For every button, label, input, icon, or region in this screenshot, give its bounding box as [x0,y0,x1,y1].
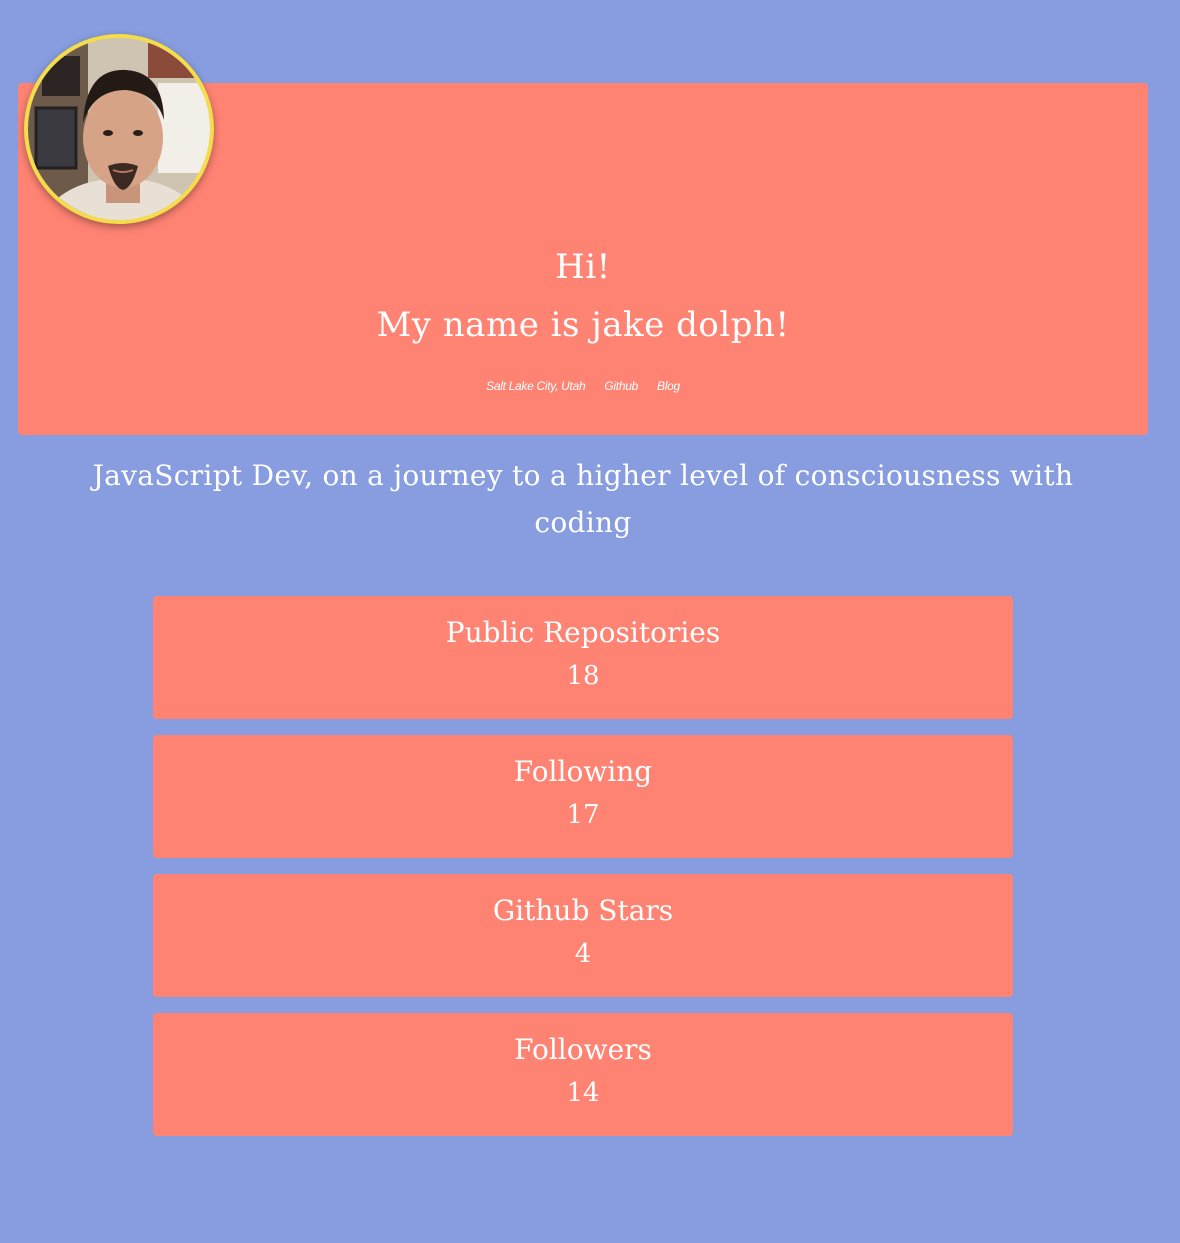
stat-card-public-repositories: Public Repositories 18 [153,596,1013,719]
stat-value: 17 [566,800,600,830]
stat-card-followers: Followers 14 [153,1013,1013,1136]
stat-card-following: Following 17 [153,735,1013,858]
stat-value: 14 [566,1078,600,1108]
greeting-line-hi: Hi! [555,247,611,287]
bio-text: JavaScript Dev, on a journey to a higher… [92,459,1074,539]
greeting-heading: Hi! My name is jake dolph! [18,238,1148,354]
location-text: Salt Lake City, Utah [486,379,586,393]
stat-label: Followers [514,1033,652,1066]
stat-label: Following [513,755,653,788]
greeting-line-name: My name is jake dolph! [376,305,790,345]
stat-value: 18 [566,661,600,691]
stat-value: 4 [574,939,592,969]
stat-card-github-stars: Github Stars 4 [153,874,1013,997]
stat-label: Public Repositories [445,616,721,649]
profile-links: Salt Lake City, Utah Github Blog [18,379,1148,393]
blog-link[interactable]: Blog [657,379,680,393]
profile-photo [28,38,210,220]
stat-label: Github Stars [492,894,674,927]
stats-list: Public Repositories 18 Following 17 Gith… [153,596,1013,1152]
github-link[interactable]: Github [604,379,638,393]
profile-avatar [24,34,214,224]
